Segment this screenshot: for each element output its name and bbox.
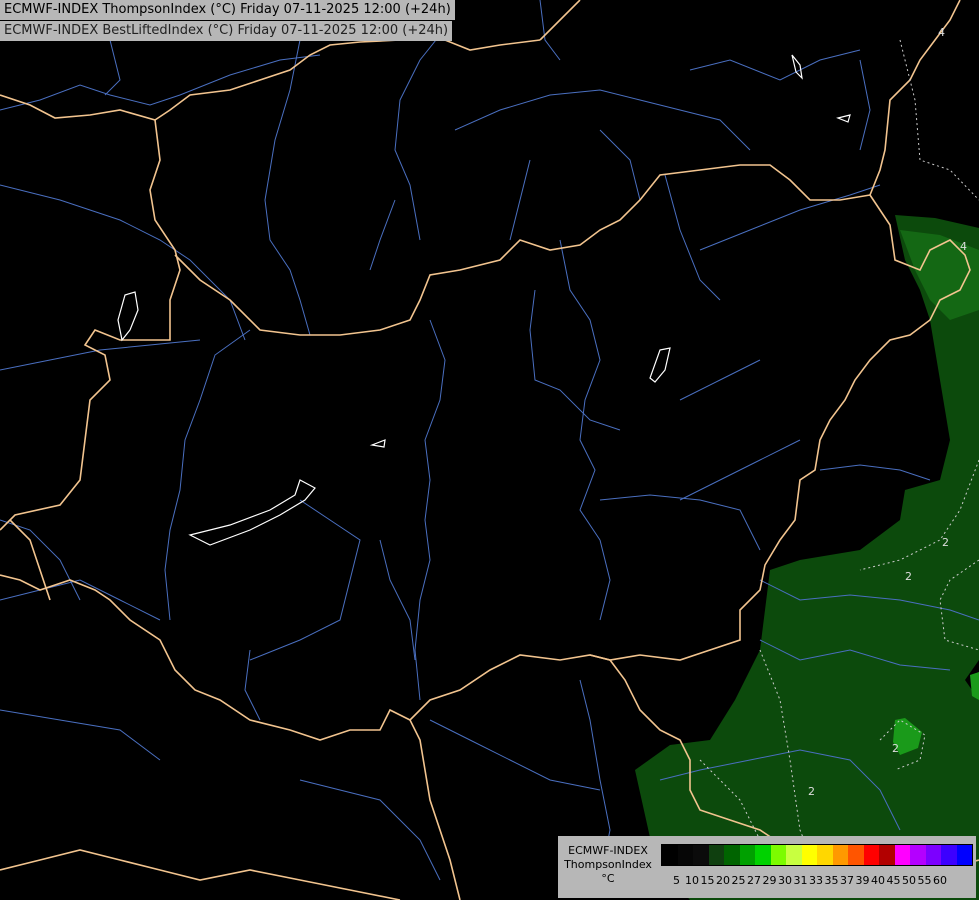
legend-swatch (755, 845, 771, 865)
legend-swatch (770, 845, 786, 865)
lake-small-3 (791, 54, 803, 80)
lake-small-4 (836, 114, 851, 123)
green-area-east (635, 215, 979, 900)
lakes (117, 54, 851, 546)
legend-swatch (724, 845, 740, 865)
weather-map: 2 2 2 4 4 2 (0, 0, 979, 900)
legend-tick-label: 31 (793, 874, 808, 887)
legend-swatch (910, 845, 926, 865)
lake-balaton (188, 479, 316, 546)
legend-swatch (817, 845, 833, 865)
legend-label: ECMWF-INDEX ThompsonIndex °C (560, 844, 656, 886)
legend-swatch (925, 845, 941, 865)
contour-label: 2 (942, 536, 949, 549)
legend-swatch (693, 845, 709, 865)
legend-tick-label: 20 (716, 874, 730, 887)
legend-model: ECMWF-INDEX (568, 844, 648, 857)
contour-label: 2 (905, 570, 912, 583)
legend-swatch (879, 845, 895, 865)
map-title-lifted: ECMWF-INDEX BestLiftedIndex (°C) Friday … (0, 21, 453, 41)
legend-tick-label: 27 (747, 874, 761, 887)
legend-tick-label: 39 (855, 874, 870, 887)
index-shading (635, 215, 979, 900)
legend-swatch (848, 845, 864, 865)
contour-label: 2 (892, 742, 899, 755)
legend-swatch (801, 845, 817, 865)
legend-tick-label: 15 (700, 874, 715, 887)
legend-swatch (941, 845, 957, 865)
legend-tick-label: 37 (840, 874, 854, 887)
legend-swatch (739, 845, 755, 865)
legend-swatch (708, 845, 724, 865)
contour-label: 2 (808, 785, 815, 798)
legend-tick-label: 33 (809, 874, 823, 887)
legend-tick-label: 10 (685, 874, 699, 887)
legend-tick-label: 40 (871, 874, 885, 887)
lake-small-2 (649, 347, 671, 383)
legend-tick-label: 30 (778, 874, 792, 887)
legend-swatch (863, 845, 879, 865)
legend-tick-label: 35 (824, 874, 839, 887)
contour-label: 4 (938, 26, 945, 39)
legend-swatch (786, 845, 802, 865)
legend-tick-label: 60 (933, 874, 947, 887)
legend-swatch (832, 845, 848, 865)
legend-swatches (661, 844, 973, 866)
legend-tick-label: 50 (902, 874, 916, 887)
legend-tick-label: 29 (762, 874, 777, 887)
legend-swatch (662, 845, 678, 865)
legend-tick-label: 5 (673, 874, 680, 887)
legend-swatch (894, 845, 910, 865)
legend-tick-label: 45 (886, 874, 901, 887)
legend-swatch (677, 845, 693, 865)
legend-unit: °C (601, 872, 615, 885)
color-legend: ECMWF-INDEX ThompsonIndex °C 5 10 15 20 25 27… (558, 836, 976, 898)
legend-parameter: ThompsonIndex (564, 858, 652, 871)
contour-label: 4 (960, 240, 967, 253)
legend-tick-label: 25 (731, 874, 746, 887)
lake-neusiedl (117, 291, 139, 342)
map-title-thompson: ECMWF-INDEX ThompsonIndex (°C) Friday 07… (0, 0, 455, 20)
lake-small-1 (369, 439, 386, 448)
legend-tick-label: 55 (917, 874, 932, 887)
legend-swatch (956, 845, 972, 865)
